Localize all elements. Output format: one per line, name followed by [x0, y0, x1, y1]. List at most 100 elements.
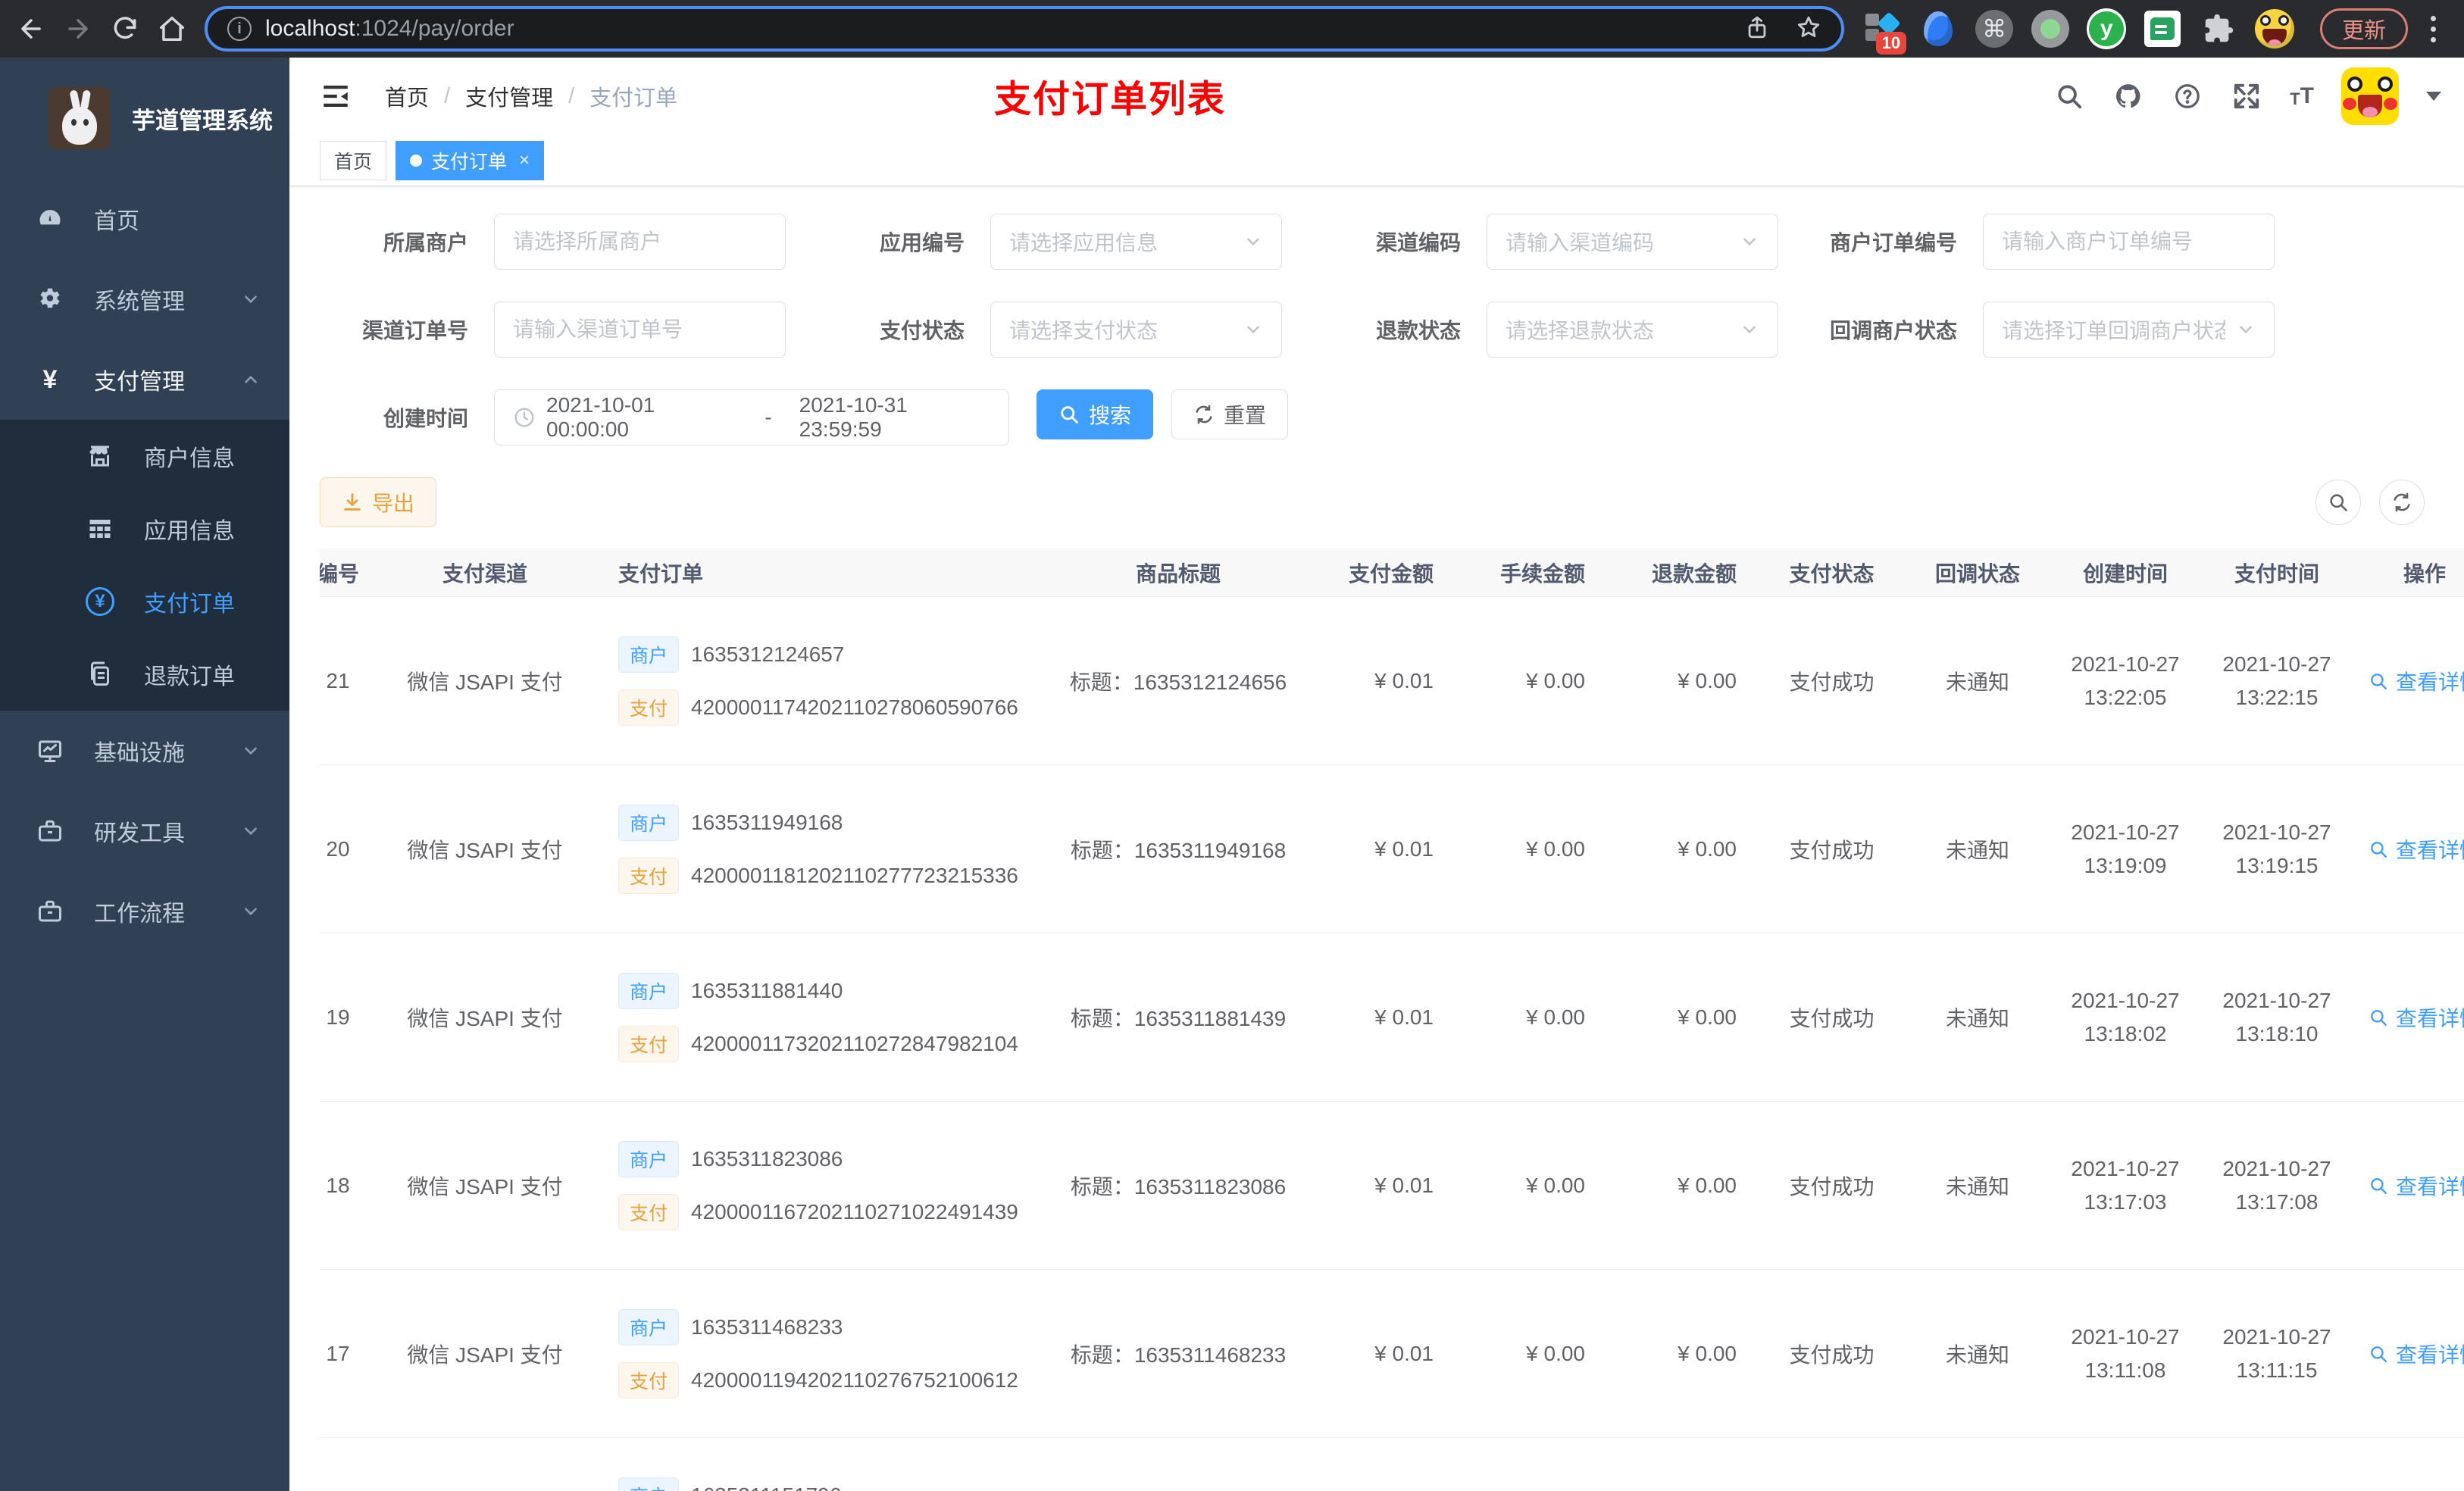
channel-code-select[interactable]: 请输入渠道编码 [1487, 214, 1778, 270]
pay-tag: 支付 [618, 1193, 680, 1230]
channel-pay-no: 4200001194202110276752100612 [691, 1368, 1018, 1392]
sidebar-item-workflow[interactable]: 工作流程 [0, 871, 289, 952]
help-icon[interactable] [2172, 80, 2203, 112]
chevron-down-icon [1740, 232, 1759, 252]
chevron-down-icon [1243, 232, 1263, 252]
create-time-label: 创建时间 [383, 407, 468, 430]
notify-status-select[interactable]: 请选择订单回调商户状态 [1983, 302, 2275, 358]
font-size-icon[interactable]: TT [2290, 85, 2314, 108]
fee-amount: ¥ 0.00 [1526, 1341, 1585, 1365]
toolbox-icon [35, 816, 65, 846]
tag-close-icon[interactable]: × [519, 150, 530, 171]
pay-time: 2021-10-27 13:22:15 [2222, 652, 2331, 709]
extensions-row: 10 ⌘ y [1862, 8, 2295, 55]
sidebar-item-system[interactable]: 系统管理 [0, 259, 289, 339]
view-detail-link[interactable]: 查看详情 [2369, 666, 2464, 696]
sidebar-collapse-icon[interactable] [320, 80, 352, 112]
refresh-table-button[interactable] [2379, 480, 2425, 525]
header-search-icon[interactable] [2053, 80, 2085, 112]
extensions-puzzle-icon[interactable] [2199, 9, 2238, 48]
toggle-search-button[interactable] [2315, 480, 2361, 525]
order-id: 21 [326, 668, 350, 692]
breadcrumb-home[interactable]: 首页 [385, 80, 429, 112]
pay-channel: 微信 JSAPI 支付 [407, 1174, 563, 1199]
view-detail-link[interactable]: 查看详情 [2369, 1171, 2464, 1201]
chat-extension-icon[interactable] [2143, 9, 2182, 48]
sidebar-item-app-info[interactable]: 应用信息 [0, 492, 289, 565]
tag-pay-order[interactable]: 支付订单 × [396, 140, 545, 180]
order-id: 20 [326, 836, 350, 861]
github-icon[interactable] [2112, 80, 2144, 112]
sidebar-item-pay-order[interactable]: ¥ 支付订单 [0, 565, 289, 638]
refund-status-select[interactable]: 请选择退款状态 [1487, 302, 1778, 358]
goods-title: 标题：1635311949168 [1070, 838, 1287, 862]
merchant-order-no: 1635311881440 [691, 978, 843, 1002]
merchant-input[interactable] [494, 214, 786, 270]
sidebar-item-dev-tools[interactable]: 研发工具 [0, 791, 289, 871]
view-detail-link[interactable]: 查看详情 [2369, 1339, 2464, 1369]
search-icon [2371, 673, 2387, 689]
forward-icon[interactable] [64, 14, 92, 43]
grid-table-icon [85, 514, 115, 544]
create-time-range-picker[interactable]: 2021-10-01 00:00:00 - 2021-10-31 23:59:5… [494, 389, 1009, 445]
sidebar-item-refund-order[interactable]: 退款订单 [0, 638, 289, 711]
table-row: 17 微信 JSAPI 支付 商户 1635311468233 支付 42000… [320, 1270, 2464, 1438]
sidebar-item-infra[interactable]: 基础设施 [0, 711, 289, 791]
emoji-profile-icon[interactable] [2255, 9, 2295, 48]
reset-button[interactable]: 重置 [1171, 389, 1289, 439]
sidebar-item-merchant-info[interactable]: 商户信息 [0, 420, 289, 492]
browser-bar: i localhost:1024/pay/order 10 ⌘ y 更新 [0, 0, 2464, 58]
reload-icon[interactable] [111, 14, 139, 43]
payment-submenu: 商户信息 应用信息 ¥ 支付订单 退款订单 [0, 420, 289, 711]
search-icon [2371, 1346, 2387, 1362]
browser-update-button[interactable]: 更新 [2320, 8, 2409, 49]
search-button[interactable]: 搜索 [1037, 389, 1154, 439]
goods-title: 标题：1635311823086 [1070, 1174, 1287, 1199]
recorder-extension-icon[interactable] [2031, 9, 2070, 48]
home-icon[interactable] [158, 14, 186, 43]
site-info-icon[interactable]: i [227, 17, 252, 41]
pay-tag: 支付 [618, 857, 680, 894]
pay-order-cell: 商户 1635311151796 支付 [599, 1477, 1046, 1491]
breadcrumb-payment[interactable]: 支付管理 [465, 80, 553, 112]
sidebar-logo[interactable]: 芋道管理系统 [0, 58, 289, 179]
y-extension-icon[interactable]: y [2087, 8, 2127, 49]
share-icon[interactable] [1744, 14, 1770, 44]
fullscreen-icon[interactable] [2231, 80, 2262, 112]
avatar-caret-icon[interactable] [2426, 92, 2441, 101]
back-icon[interactable] [17, 14, 45, 43]
pay-channel: 微信 JSAPI 支付 [407, 838, 563, 862]
sketch-extension-icon[interactable]: 10 [1862, 9, 1907, 55]
merchant-order-no-input[interactable] [1983, 214, 2275, 270]
channel-order-no-input[interactable] [494, 302, 786, 358]
pay-status-select[interactable]: 请选择支付状态 [990, 302, 1282, 358]
view-detail-link[interactable]: 查看详情 [2369, 834, 2464, 864]
table-body: 21 微信 JSAPI 支付 商户 1635312124657 支付 42000… [320, 597, 2464, 1491]
refund-amount: ¥ 0.00 [1678, 836, 1737, 861]
tag-home[interactable]: 首页 [320, 140, 387, 180]
active-dot [410, 154, 423, 167]
address-bar[interactable]: i localhost:1024/pay/order [205, 6, 1845, 52]
shop-icon [85, 441, 115, 471]
extension-badge: 10 [1875, 32, 1907, 55]
refund-amount: ¥ 0.00 [1678, 1173, 1737, 1197]
orders-table: 编号 支付渠道 支付订单 商品标题 支付金额 手续金额 退款金额 支付状态 回调… [320, 549, 2464, 1491]
bookmark-star-icon[interactable] [1796, 14, 1821, 44]
pay-order-cell: 商户 1635311881440 支付 42000011732021102728… [599, 972, 1046, 1062]
sidebar-item-home[interactable]: 首页 [0, 179, 289, 259]
balloon-extension-icon[interactable] [1918, 9, 1958, 48]
user-avatar[interactable] [2341, 67, 2399, 125]
browser-menu-icon[interactable] [2431, 15, 2437, 42]
pay-amount: ¥ 0.01 [1374, 1341, 1434, 1365]
sidebar-item-payment[interactable]: ¥ 支付管理 [0, 339, 289, 420]
fee-amount: ¥ 0.00 [1526, 1005, 1585, 1029]
app-select[interactable]: 请选择应用信息 [990, 214, 1282, 270]
notify-status: 未通知 [1945, 838, 2009, 862]
command-extension-icon[interactable]: ⌘ [1975, 9, 2014, 48]
pay-status: 支付成功 [1789, 670, 1875, 694]
export-button[interactable]: 导出 [320, 477, 437, 527]
content: 所属商户 应用编号 请选择应用信息 渠道编码 [289, 186, 2464, 1491]
view-detail-link[interactable]: 查看详情 [2369, 1002, 2464, 1033]
goods-title: 标题：1635311468233 [1070, 1343, 1287, 1367]
create-time: 2021-10-27 13:19:09 [2071, 821, 2180, 877]
